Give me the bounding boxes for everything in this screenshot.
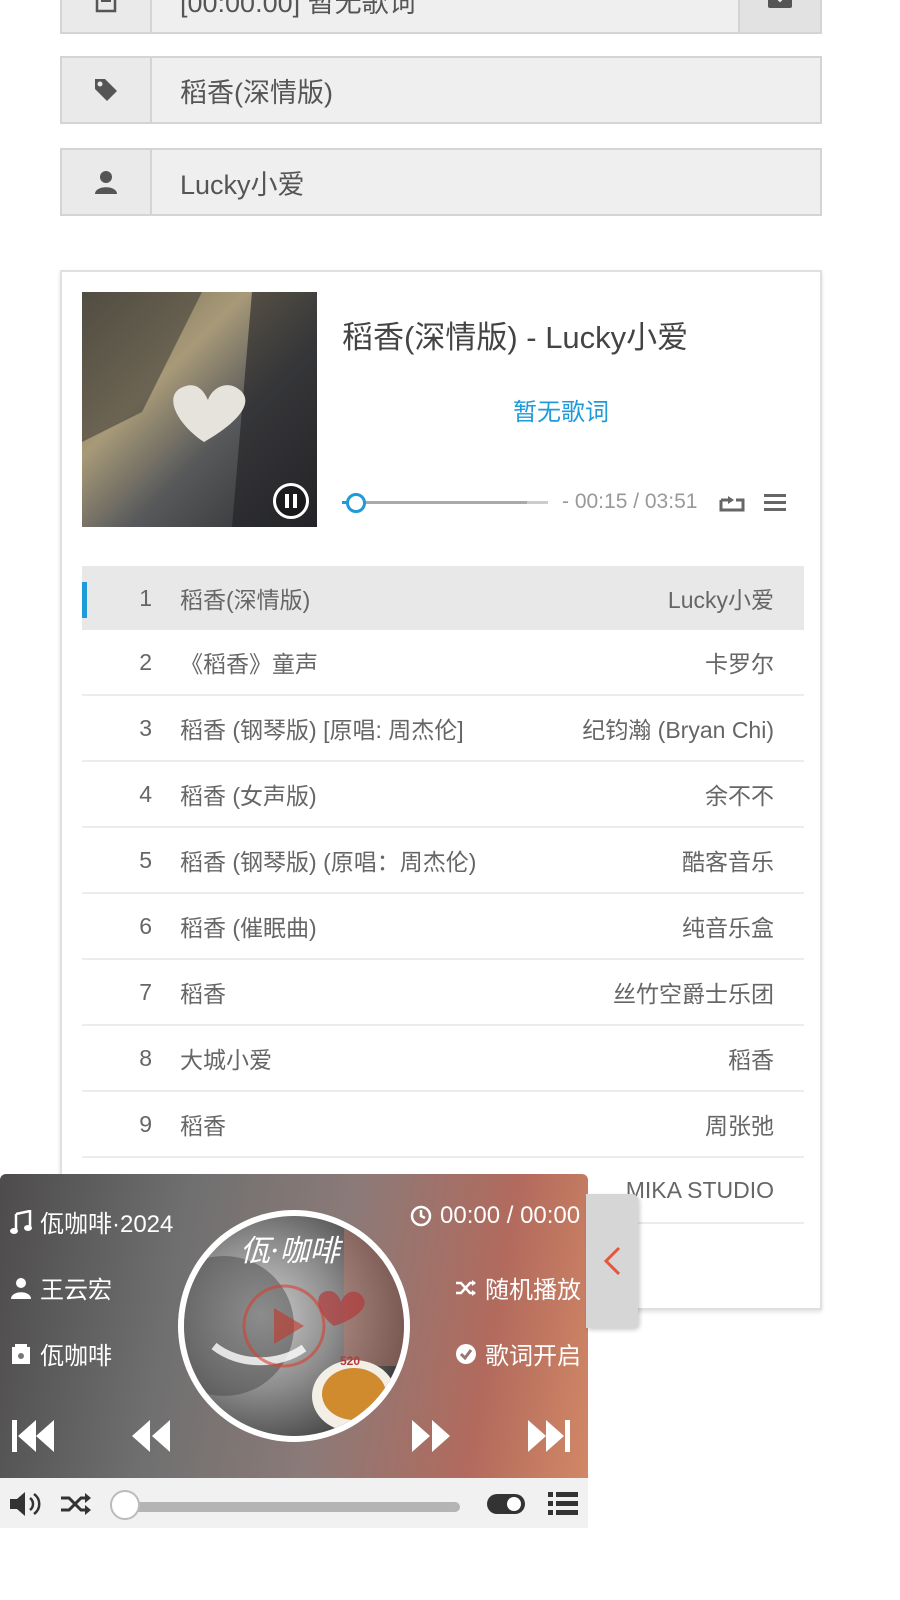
track-title: 稻香 (钢琴版) (原唱：周杰伦) xyxy=(180,849,477,875)
track-artist: 丝竹空爵士乐团 xyxy=(613,981,774,1007)
mini-artist-info: 王云宏 xyxy=(10,1270,112,1305)
track-title: 稻香 (钢琴版) [原唱: 周杰伦] xyxy=(180,717,464,743)
user-icon xyxy=(11,1277,31,1299)
album-disc[interactable]: 佤·咖啡 520 xyxy=(178,1210,410,1442)
track-number: 1 xyxy=(139,584,152,611)
title-field[interactable]: 稻香(深情版) xyxy=(152,71,820,110)
now-playing-title: 稻香(深情版) - Lucky小爱 xyxy=(342,320,689,355)
playlist-row[interactable]: 9 稻香 周张弛 xyxy=(82,1092,804,1158)
track-title: 稻香 (催眠曲) xyxy=(180,915,317,941)
track-title: 大城小爱 xyxy=(180,1047,272,1073)
track-number: 7 xyxy=(139,978,152,1005)
track-artist: 纪钧瀚 (Bryan Chi) xyxy=(582,717,774,743)
lyric-toggle-label: 歌词开启 xyxy=(485,1343,581,1370)
track-artist: 周张弛 xyxy=(705,1113,774,1139)
track-artist: Lucky小爱 xyxy=(667,587,774,613)
mini-song-info: 佤咖啡·2024 xyxy=(10,1204,173,1239)
clock-icon xyxy=(410,1205,432,1227)
volume-thumb[interactable] xyxy=(110,1490,140,1520)
pause-button[interactable] xyxy=(273,483,309,519)
mini-player-controls xyxy=(0,1478,588,1528)
previous-track-button[interactable] xyxy=(10,1418,56,1459)
playlist-row[interactable]: 3 稻香 (钢琴版) [原唱: 周杰伦] 纪钧瀚 (Bryan Chi) xyxy=(82,696,804,762)
track-title: 稻香 xyxy=(180,1113,226,1139)
volume-icon[interactable] xyxy=(8,1490,44,1523)
track-artist: 酷客音乐 xyxy=(682,849,774,875)
music-player: 稻香(深情版) - Lucky小爱 暂无歌词 - 00:15 / 03:51 1… xyxy=(60,270,822,1310)
time-display: - 00:15 / 03:51 xyxy=(562,490,698,513)
disc-title: 佤·咖啡 xyxy=(240,1234,340,1269)
track-title: 稻香 (女声版) xyxy=(180,783,317,809)
document-icon xyxy=(62,0,152,32)
track-number: 3 xyxy=(139,714,152,741)
mini-player: 佤咖啡·2024 王云宏 佤咖啡 00:00 / 00:00 随机播放 歌词开启 xyxy=(0,1174,588,1528)
progress-bar[interactable] xyxy=(342,493,548,513)
track-number: 2 xyxy=(139,648,152,675)
track-title: 稻香(深情版) xyxy=(180,587,311,613)
track-artist: 纯音乐盒 xyxy=(682,915,774,941)
track-artist: 余不不 xyxy=(705,783,774,809)
disc-badge: 520 xyxy=(340,1354,361,1368)
tag-icon xyxy=(62,58,152,122)
playlist-row[interactable]: 4 稻香 (女声版) 余不不 xyxy=(82,762,804,828)
progress-thumb[interactable] xyxy=(346,493,367,513)
mini-album: 佤咖啡 xyxy=(40,1343,112,1370)
album-icon xyxy=(12,1343,30,1364)
fast-forward-button[interactable] xyxy=(410,1418,452,1459)
rewind-button[interactable] xyxy=(130,1418,172,1459)
playlist-row[interactable]: 6 稻香 (催眠曲) 纯音乐盒 xyxy=(82,894,804,960)
track-number: 9 xyxy=(139,1110,152,1137)
artist-field-row: Lucky小爱 xyxy=(60,148,822,216)
download-button[interactable] xyxy=(738,0,820,32)
track-artist: 卡罗尔 xyxy=(705,651,774,677)
next-track-button[interactable] xyxy=(526,1418,572,1459)
chevron-left-icon xyxy=(603,1246,621,1276)
lyric-text: 暂无歌词 xyxy=(513,399,609,426)
track-title: 稻香 xyxy=(180,981,226,1007)
mini-time: 00:00 / 00:00 xyxy=(440,1202,581,1229)
lyric-field-row: [00:00.00] 暂无歌词 xyxy=(60,0,822,34)
mini-time-info: 00:00 / 00:00 xyxy=(410,1202,580,1230)
play-mode-label: 随机播放 xyxy=(485,1277,581,1304)
lyric-toggle[interactable]: 歌词开启 xyxy=(455,1336,581,1371)
track-number: 6 xyxy=(139,912,152,939)
progress-loaded xyxy=(342,501,528,504)
track-number: 4 xyxy=(139,780,152,807)
lyric-field[interactable]: [00:00.00] 暂无歌词 xyxy=(152,0,738,20)
check-circle-icon xyxy=(456,1343,476,1364)
playlist-row[interactable]: 2 《稻香》童声 卡罗尔 xyxy=(82,630,804,696)
track-artist: 稻香 xyxy=(728,1047,774,1073)
playlist-row[interactable]: 5 稻香 (钢琴版) (原唱：周杰伦) 酷客音乐 xyxy=(82,828,804,894)
toggle-switch[interactable] xyxy=(486,1492,526,1521)
user-icon xyxy=(62,150,152,214)
mini-song-title: 佤咖啡·2024 xyxy=(40,1211,174,1238)
mini-album-info: 佤咖啡 xyxy=(10,1336,112,1371)
track-number: 5 xyxy=(139,846,152,873)
list-icon[interactable] xyxy=(548,1490,578,1523)
music-note-icon xyxy=(10,1209,32,1234)
rewind-icon xyxy=(132,1420,170,1452)
track-title: 《稻香》童声 xyxy=(180,651,318,677)
playlist-row[interactable]: 7 稻香 丝竹空爵士乐团 xyxy=(82,960,804,1026)
track-artist: MIKA STUDIO xyxy=(625,1176,774,1203)
shuffle-icon xyxy=(456,1279,476,1296)
artist-field[interactable]: Lucky小爱 xyxy=(152,163,820,202)
mini-artist: 王云宏 xyxy=(40,1277,112,1304)
title-field-row: 稻香(深情版) xyxy=(60,56,822,124)
volume-slider[interactable] xyxy=(124,1502,460,1512)
mini-player-collapse-tab[interactable] xyxy=(586,1194,638,1328)
playlist: 1 稻香(深情版) Lucky小爱 2 《稻香》童声 卡罗尔 3 稻香 (钢琴版) [原唱: … xyxy=(82,566,804,1224)
playlist-row[interactable]: 8 大城小爱 稻香 xyxy=(82,1026,804,1092)
skip-back-icon xyxy=(12,1420,54,1452)
fast-forward-icon xyxy=(412,1420,450,1452)
shuffle-icon[interactable] xyxy=(60,1492,92,1521)
playlist-row[interactable]: 1 稻香(深情版) Lucky小爱 xyxy=(82,566,804,630)
menu-icon[interactable] xyxy=(764,492,786,517)
skip-forward-icon xyxy=(528,1420,570,1452)
track-number: 8 xyxy=(139,1044,152,1071)
album-cover[interactable] xyxy=(82,292,317,527)
loop-icon[interactable] xyxy=(718,492,746,519)
shuffle-mode-toggle[interactable]: 随机播放 xyxy=(455,1270,581,1305)
